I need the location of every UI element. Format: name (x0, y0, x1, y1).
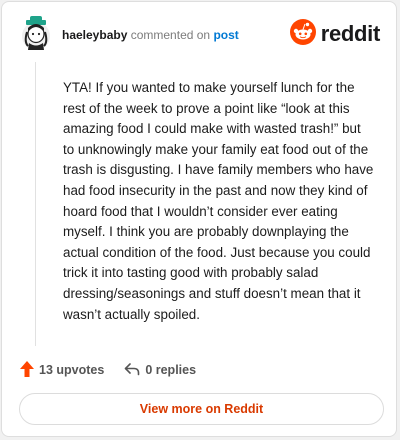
reply-arrow-icon (124, 362, 140, 379)
reddit-brand-link[interactable]: reddit (289, 18, 381, 50)
comment-header: haeleybaby commented on post reddit (20, 16, 380, 56)
reply-count: 0 replies (145, 363, 197, 377)
commented-on-text: commented on (130, 28, 211, 42)
upvote-count: 13 upvotes (39, 363, 105, 377)
post-link[interactable]: post (213, 28, 238, 42)
thread-line (35, 62, 36, 346)
comment-embed-card: haeleybaby commented on post reddit YTA!… (1, 1, 397, 437)
reddit-wordmark: reddit (320, 21, 381, 46)
comment-meta: haeleybaby commented on post (62, 28, 239, 42)
comment-actions: 13 upvotes 0 replies (20, 360, 196, 380)
reply-button[interactable]: 0 replies (124, 362, 196, 379)
reddit-logo-icon (289, 18, 316, 50)
upvote-button[interactable]: 13 upvotes (20, 360, 105, 380)
view-more-button[interactable]: View more on Reddit (19, 393, 384, 425)
comment-body: YTA! If you wanted to make yourself lunc… (63, 80, 374, 322)
upvote-arrow-icon (20, 360, 34, 380)
avatar[interactable] (20, 16, 52, 52)
username-link[interactable]: haeleybaby (62, 28, 127, 42)
